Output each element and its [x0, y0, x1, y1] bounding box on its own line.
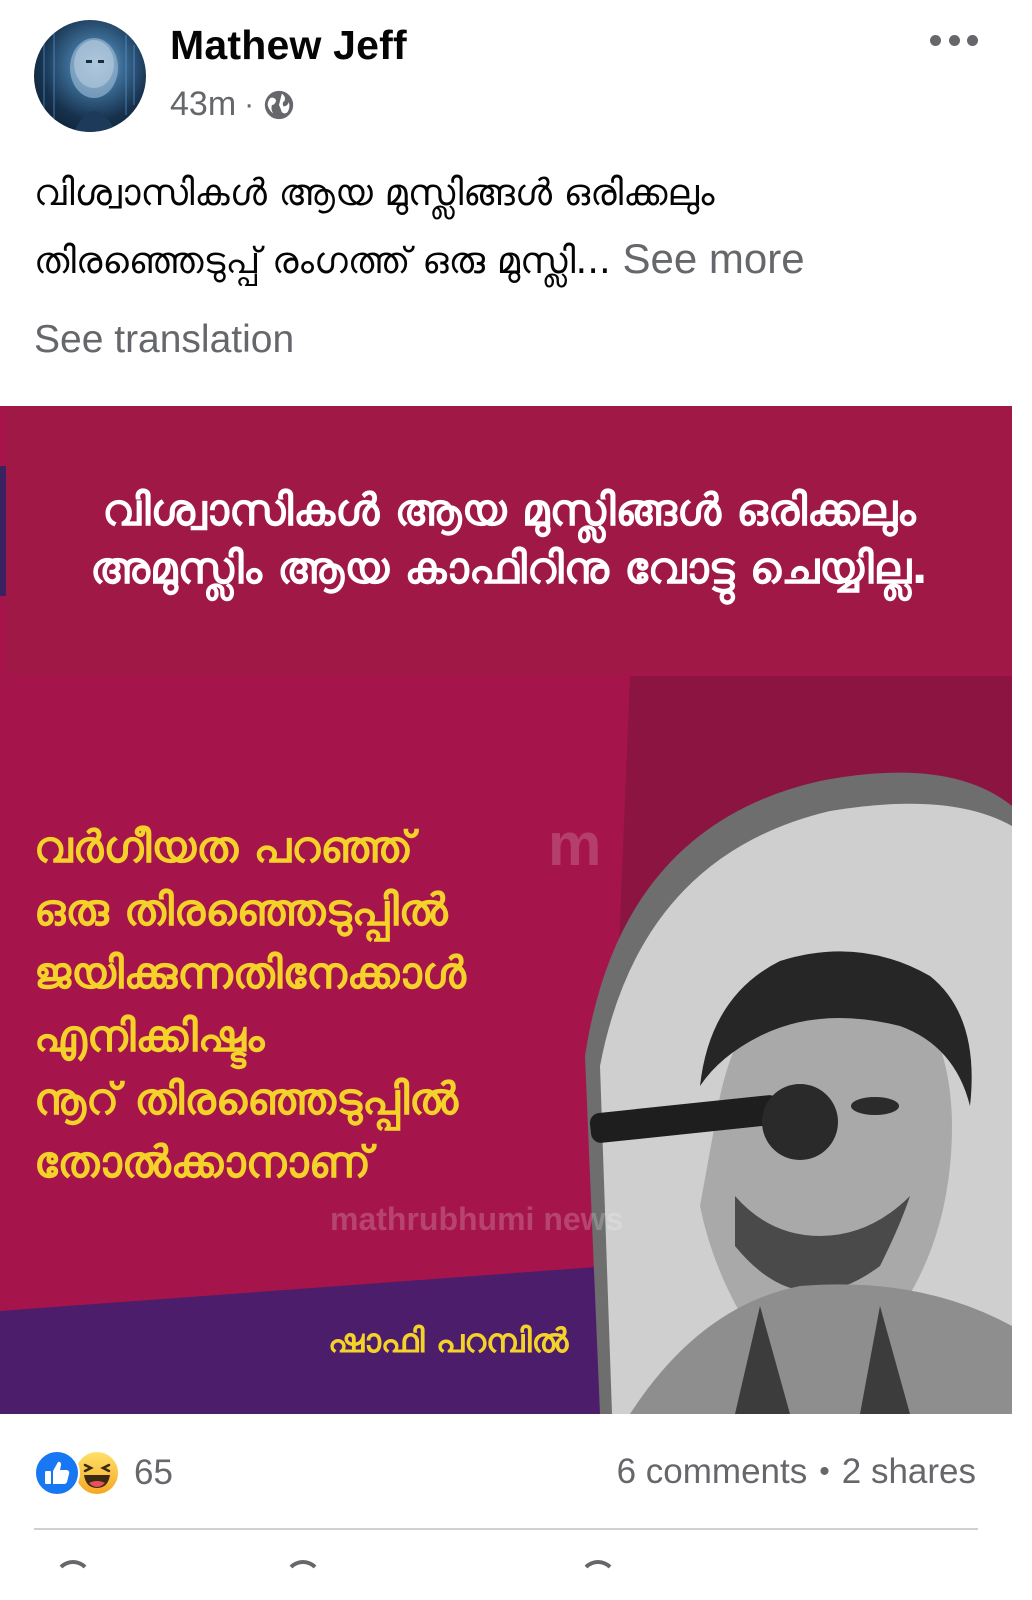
- quote-line: തോൽക്കാനാണ്: [34, 1137, 371, 1188]
- headline-band: വിശ്വാസികൾ ആയ മുസ്ലിങ്ങൾ ഒരിക്കലും അമുസ്…: [6, 406, 1012, 674]
- action-bar: [34, 1560, 978, 1600]
- post-text: വിശ്വാസികൾ ആയ മുസ്ലിങ്ങൾ ഒരിക്കലും തിരഞ്…: [34, 160, 994, 294]
- like-action-icon[interactable]: [54, 1560, 92, 1598]
- comment-action-icon[interactable]: [284, 1560, 322, 1598]
- watermark-text: mathrubhumi news: [330, 1201, 624, 1237]
- haha-icon: [74, 1450, 120, 1496]
- post-card: Mathew Jeff 43m · വിശ്വാസികൾ ആയ മുസ്ലിങ്…: [0, 0, 1032, 1600]
- quote-line: ജയിക്കുന്നതിനേക്കാൾ: [34, 948, 466, 999]
- speaker-name: ഷാഫി പറമ്പിൽ: [328, 1321, 569, 1360]
- post-text-line: തിരഞ്ഞെടുപ്പ് രംഗത്ത് ഒരു മുസ്ലി...: [34, 239, 611, 282]
- quote-block: വർഗീയത പറഞ്ഞ് ഒരു തിരഞ്ഞെടുപ്പിൽ ജയിക്കു…: [34, 816, 594, 1194]
- more-dot: [948, 34, 960, 46]
- globe-icon: [264, 90, 294, 119]
- avatar-image: [43, 30, 135, 132]
- shares-count-link[interactable]: 2 shares: [842, 1452, 976, 1492]
- headline-text: വിശ്വാസികൾ ആയ മുസ്ലിങ്ങൾ ഒരിക്കലും അമുസ്…: [90, 485, 928, 594]
- more-options-button[interactable]: [930, 26, 978, 54]
- comments-count-link[interactable]: 6 comments: [617, 1452, 808, 1492]
- meta-separator: ·: [244, 87, 255, 121]
- see-translation-link[interactable]: See translation: [34, 318, 294, 362]
- more-dot: [930, 34, 941, 46]
- more-dot: [967, 34, 978, 46]
- reactions-summary[interactable]: 65: [34, 1450, 173, 1496]
- post-text-line-2: തിരഞ്ഞെടുപ്പ് രംഗത്ത് ഒരു മുസ്ലി... See …: [34, 226, 994, 294]
- engagement-stats: 6 comments • 2 shares: [617, 1452, 976, 1492]
- post-meta: 43m ·: [170, 85, 296, 124]
- post-text-line: വിശ്വാസികൾ ആയ മുസ്ലിങ്ങൾ ഒരിക്കലും: [34, 171, 715, 214]
- post-time[interactable]: 43m: [170, 85, 236, 124]
- see-more-link[interactable]: See more: [623, 235, 805, 282]
- post-image[interactable]: വിശ്വാസികൾ ആയ മുസ്ലിങ്ങൾ ഒരിക്കലും അമുസ്…: [0, 406, 1012, 1414]
- quote-line: നൂറ് തിരഞ്ഞെടുപ്പിൽ: [34, 1074, 459, 1125]
- quote-line: ഒരു തിരഞ്ഞെടുപ്പിൽ: [34, 885, 448, 936]
- author-avatar[interactable]: [34, 20, 146, 132]
- quote-line: വർഗീയത പറഞ്ഞ്: [34, 822, 414, 873]
- like-icon: [34, 1450, 80, 1496]
- stats-separator: •: [819, 1455, 830, 1488]
- share-action-icon[interactable]: [579, 1560, 617, 1598]
- quote-line: എനിക്കിഷ്ടം: [34, 1011, 265, 1062]
- footer-divider: [34, 1528, 978, 1530]
- reaction-count: 65: [134, 1453, 173, 1492]
- author-name[interactable]: Mathew Jeff: [170, 22, 407, 69]
